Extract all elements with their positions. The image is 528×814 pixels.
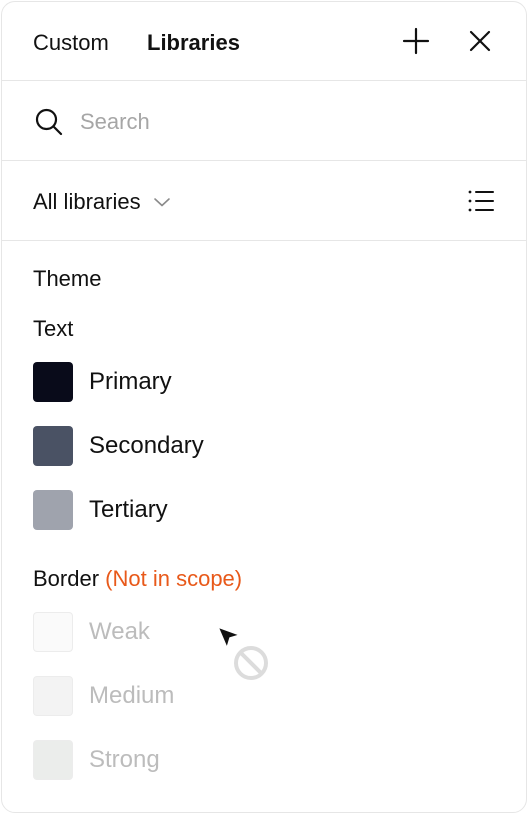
color-swatch [33, 676, 73, 716]
theme-heading: Theme [33, 266, 102, 291]
tab-libraries[interactable]: Libraries [147, 29, 240, 57]
color-swatch [33, 740, 73, 780]
list-view-button[interactable] [466, 186, 496, 216]
style-item-weak: Weak [33, 612, 150, 652]
library-select-label: All libraries [33, 189, 141, 214]
panel-header: Custom Libraries [2, 2, 526, 81]
chevron-down-icon [153, 198, 170, 207]
style-label: Medium [89, 682, 175, 709]
close-button[interactable] [464, 25, 496, 57]
style-label: Weak [89, 618, 150, 645]
library-select[interactable]: All libraries [33, 186, 171, 218]
style-item-medium: Medium [33, 676, 174, 716]
color-swatch [33, 490, 73, 530]
plus-icon [402, 27, 430, 55]
style-label: Primary [89, 368, 172, 395]
close-icon [469, 30, 491, 52]
style-item-strong: Strong [33, 740, 160, 780]
style-item-tertiary[interactable]: Tertiary [33, 490, 168, 530]
search-input[interactable] [80, 105, 480, 139]
add-button[interactable] [400, 25, 432, 57]
not-allowed-cursor-icon [234, 646, 268, 680]
text-group-heading: Text [33, 316, 74, 341]
color-styles-panel: Custom Libraries All libraries [1, 1, 527, 813]
color-swatch [33, 612, 73, 652]
color-swatch [33, 426, 73, 466]
style-item-primary[interactable]: Primary [33, 362, 172, 402]
style-label: Strong [89, 746, 160, 773]
not-in-scope-note: (Not in scope) [105, 566, 243, 591]
color-swatch [33, 362, 73, 402]
search-icon [35, 108, 63, 136]
library-filter-bar: All libraries [2, 161, 526, 241]
style-item-secondary[interactable]: Secondary [33, 426, 204, 466]
style-label: Tertiary [89, 496, 168, 523]
list-view-icon [468, 190, 494, 212]
style-label: Secondary [89, 432, 204, 459]
border-group-heading: Border (Not in scope) [33, 565, 242, 593]
search-bar [2, 81, 526, 161]
border-heading-label: Border [33, 566, 100, 591]
tab-custom[interactable]: Custom [33, 29, 109, 57]
